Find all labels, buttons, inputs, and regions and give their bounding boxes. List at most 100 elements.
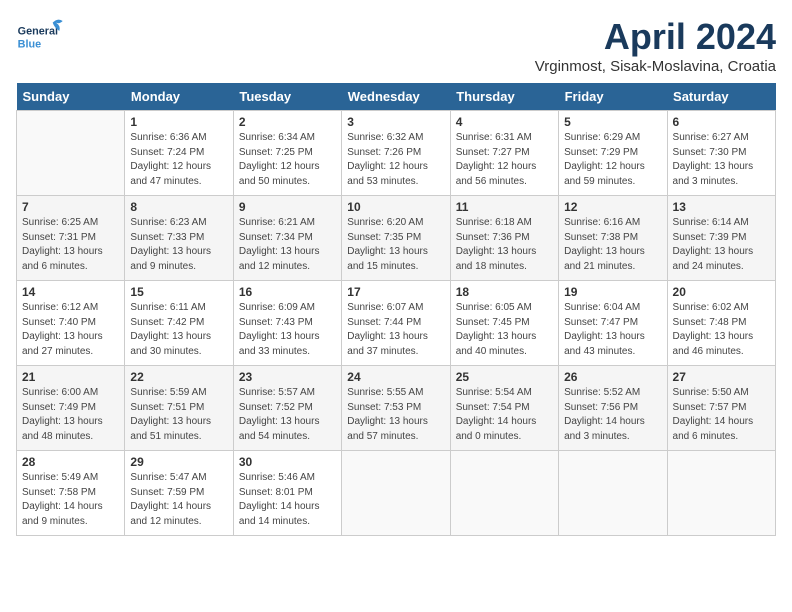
day-info: Sunrise: 6:23 AMSunset: 7:33 PMDaylight:… (130, 216, 227, 274)
calendar-cell: 30 Sunrise: 5:46 AMSunset: 8:01 PMDayligh… (233, 451, 341, 536)
page-header: General Blue April 2024 Vrginmost, Sisak… (16, 16, 776, 75)
day-number: 3 (347, 115, 444, 129)
calendar-cell: 22 Sunrise: 5:59 AMSunset: 7:51 PMDayligh… (125, 366, 233, 451)
calendar-cell: 28 Sunrise: 5:49 AMSunset: 7:58 PMDayligh… (17, 451, 125, 536)
day-number: 8 (130, 200, 227, 214)
weekday-header: Sunday (17, 83, 125, 111)
day-number: 7 (22, 200, 119, 214)
day-info: Sunrise: 6:04 AMSunset: 7:47 PMDaylight:… (564, 301, 661, 359)
calendar-week-row: 28 Sunrise: 5:49 AMSunset: 7:58 PMDayligh… (17, 451, 776, 536)
svg-text:General: General (18, 25, 58, 37)
calendar-header: SundayMondayTuesdayWednesdayThursdayFrid… (17, 83, 776, 111)
calendar-cell: 10Sunrise: 6:20 AMSunset: 7:35 PMDayligh… (342, 196, 450, 281)
calendar-cell: 8 Sunrise: 6:23 AMSunset: 7:33 PMDaylight… (125, 196, 233, 281)
calendar-body: 1Sunrise: 6:36 AMSunset: 7:24 PMDaylight… (17, 111, 776, 536)
calendar-cell: 25 Sunrise: 5:54 AMSunset: 7:54 PMDayligh… (450, 366, 558, 451)
title-block: April 2024 Vrginmost, Sisak-Moslavina, C… (535, 16, 776, 75)
day-info: Sunrise: 6:36 AMSunset: 7:24 PMDaylight:… (130, 131, 227, 189)
day-info: Sunrise: 6:18 AMSunset: 7:36 PMDaylight:… (456, 216, 553, 274)
day-number: 2 (239, 115, 336, 129)
day-info: Sunrise: 6:02 AMSunset: 7:48 PMDaylight:… (673, 301, 770, 359)
day-info: Sunrise: 6:05 AMSunset: 7:45 PMDaylight:… (456, 301, 553, 359)
day-number: 10 (347, 200, 444, 214)
weekday-row: SundayMondayTuesdayWednesdayThursdayFrid… (17, 83, 776, 111)
day-number: 6 (673, 115, 770, 129)
day-number: 4 (456, 115, 553, 129)
calendar-cell (17, 111, 125, 196)
location: Vrginmost, Sisak-Moslavina, Croatia (535, 58, 776, 75)
day-info: Sunrise: 5:47 AMSunset: 7:59 PMDaylight:… (130, 471, 227, 529)
day-info: Sunrise: 6:16 AMSunset: 7:38 PMDaylight:… (564, 216, 661, 274)
calendar-cell: 15 Sunrise: 6:11 AMSunset: 7:42 PMDayligh… (125, 281, 233, 366)
calendar-table: SundayMondayTuesdayWednesdayThursdayFrid… (16, 83, 776, 536)
day-number: 5 (564, 115, 661, 129)
day-info: Sunrise: 6:12 AMSunset: 7:40 PMDaylight:… (22, 301, 119, 359)
day-info: Sunrise: 6:00 AMSunset: 7:49 PMDaylight:… (22, 386, 119, 444)
calendar-cell: 16 Sunrise: 6:09 AMSunset: 7:43 PMDayligh… (233, 281, 341, 366)
day-info: Sunrise: 5:55 AMSunset: 7:53 PMDaylight:… (347, 386, 444, 444)
day-number: 24 (347, 370, 444, 384)
calendar-cell: 24 Sunrise: 5:55 AMSunset: 7:53 PMDayligh… (342, 366, 450, 451)
day-info: Sunrise: 5:59 AMSunset: 7:51 PMDaylight:… (130, 386, 227, 444)
calendar-cell: 18 Sunrise: 6:05 AMSunset: 7:45 PMDayligh… (450, 281, 558, 366)
calendar-cell: 1Sunrise: 6:36 AMSunset: 7:24 PMDaylight… (125, 111, 233, 196)
day-number: 16 (239, 285, 336, 299)
day-info: Sunrise: 6:07 AMSunset: 7:44 PMDaylight:… (347, 301, 444, 359)
day-number: 12 (564, 200, 661, 214)
day-number: 23 (239, 370, 336, 384)
day-info: Sunrise: 6:31 AMSunset: 7:27 PMDaylight:… (456, 131, 553, 189)
day-number: 15 (130, 285, 227, 299)
calendar-cell: 3Sunrise: 6:32 AMSunset: 7:26 PMDaylight… (342, 111, 450, 196)
day-info: Sunrise: 5:50 AMSunset: 7:57 PMDaylight:… (673, 386, 770, 444)
day-info: Sunrise: 6:14 AMSunset: 7:39 PMDaylight:… (673, 216, 770, 274)
calendar-cell: 4 Sunrise: 6:31 AMSunset: 7:27 PMDaylight… (450, 111, 558, 196)
calendar-cell: 11 Sunrise: 6:18 AMSunset: 7:36 PMDayligh… (450, 196, 558, 281)
calendar-week-row: 14Sunrise: 6:12 AMSunset: 7:40 PMDayligh… (17, 281, 776, 366)
calendar-cell: 26Sunrise: 5:52 AMSunset: 7:56 PMDayligh… (559, 366, 667, 451)
weekday-header: Monday (125, 83, 233, 111)
weekday-header: Wednesday (342, 83, 450, 111)
day-number: 22 (130, 370, 227, 384)
calendar-week-row: 21Sunrise: 6:00 AMSunset: 7:49 PMDayligh… (17, 366, 776, 451)
calendar-cell: 17 Sunrise: 6:07 AMSunset: 7:44 PMDayligh… (342, 281, 450, 366)
day-info: Sunrise: 6:34 AMSunset: 7:25 PMDaylight:… (239, 131, 336, 189)
calendar-week-row: 7 Sunrise: 6:25 AMSunset: 7:31 PMDaylight… (17, 196, 776, 281)
day-info: Sunrise: 5:54 AMSunset: 7:54 PMDaylight:… (456, 386, 553, 444)
day-info: Sunrise: 6:11 AMSunset: 7:42 PMDaylight:… (130, 301, 227, 359)
day-info: Sunrise: 6:25 AMSunset: 7:31 PMDaylight:… (22, 216, 119, 274)
calendar-cell: 21Sunrise: 6:00 AMSunset: 7:49 PMDayligh… (17, 366, 125, 451)
day-info: Sunrise: 5:46 AMSunset: 8:01 PMDaylight:… (239, 471, 336, 529)
day-number: 20 (673, 285, 770, 299)
calendar-cell: 29Sunrise: 5:47 AMSunset: 7:59 PMDayligh… (125, 451, 233, 536)
calendar-cell (667, 451, 775, 536)
day-number: 27 (673, 370, 770, 384)
calendar-cell: 9Sunrise: 6:21 AMSunset: 7:34 PMDaylight… (233, 196, 341, 281)
logo-icon: General Blue (16, 16, 66, 56)
calendar-cell: 20 Sunrise: 6:02 AMSunset: 7:48 PMDayligh… (667, 281, 775, 366)
day-number: 26 (564, 370, 661, 384)
calendar-cell (559, 451, 667, 536)
calendar-cell: 7 Sunrise: 6:25 AMSunset: 7:31 PMDaylight… (17, 196, 125, 281)
day-number: 11 (456, 200, 553, 214)
weekday-header: Tuesday (233, 83, 341, 111)
day-info: Sunrise: 5:49 AMSunset: 7:58 PMDaylight:… (22, 471, 119, 529)
logo: General Blue (16, 16, 66, 56)
day-number: 13 (673, 200, 770, 214)
calendar-week-row: 1Sunrise: 6:36 AMSunset: 7:24 PMDaylight… (17, 111, 776, 196)
weekday-header: Saturday (667, 83, 775, 111)
day-number: 28 (22, 455, 119, 469)
day-info: Sunrise: 6:29 AMSunset: 7:29 PMDaylight:… (564, 131, 661, 189)
weekday-header: Thursday (450, 83, 558, 111)
day-number: 25 (456, 370, 553, 384)
weekday-header: Friday (559, 83, 667, 111)
calendar-cell: 6Sunrise: 6:27 AMSunset: 7:30 PMDaylight… (667, 111, 775, 196)
day-info: Sunrise: 6:09 AMSunset: 7:43 PMDaylight:… (239, 301, 336, 359)
day-info: Sunrise: 5:57 AMSunset: 7:52 PMDaylight:… (239, 386, 336, 444)
day-number: 18 (456, 285, 553, 299)
day-number: 17 (347, 285, 444, 299)
calendar-cell: 13 Sunrise: 6:14 AMSunset: 7:39 PMDayligh… (667, 196, 775, 281)
calendar-cell: 19Sunrise: 6:04 AMSunset: 7:47 PMDayligh… (559, 281, 667, 366)
calendar-cell: 14Sunrise: 6:12 AMSunset: 7:40 PMDayligh… (17, 281, 125, 366)
day-number: 30 (239, 455, 336, 469)
calendar-cell: 27 Sunrise: 5:50 AMSunset: 7:57 PMDayligh… (667, 366, 775, 451)
